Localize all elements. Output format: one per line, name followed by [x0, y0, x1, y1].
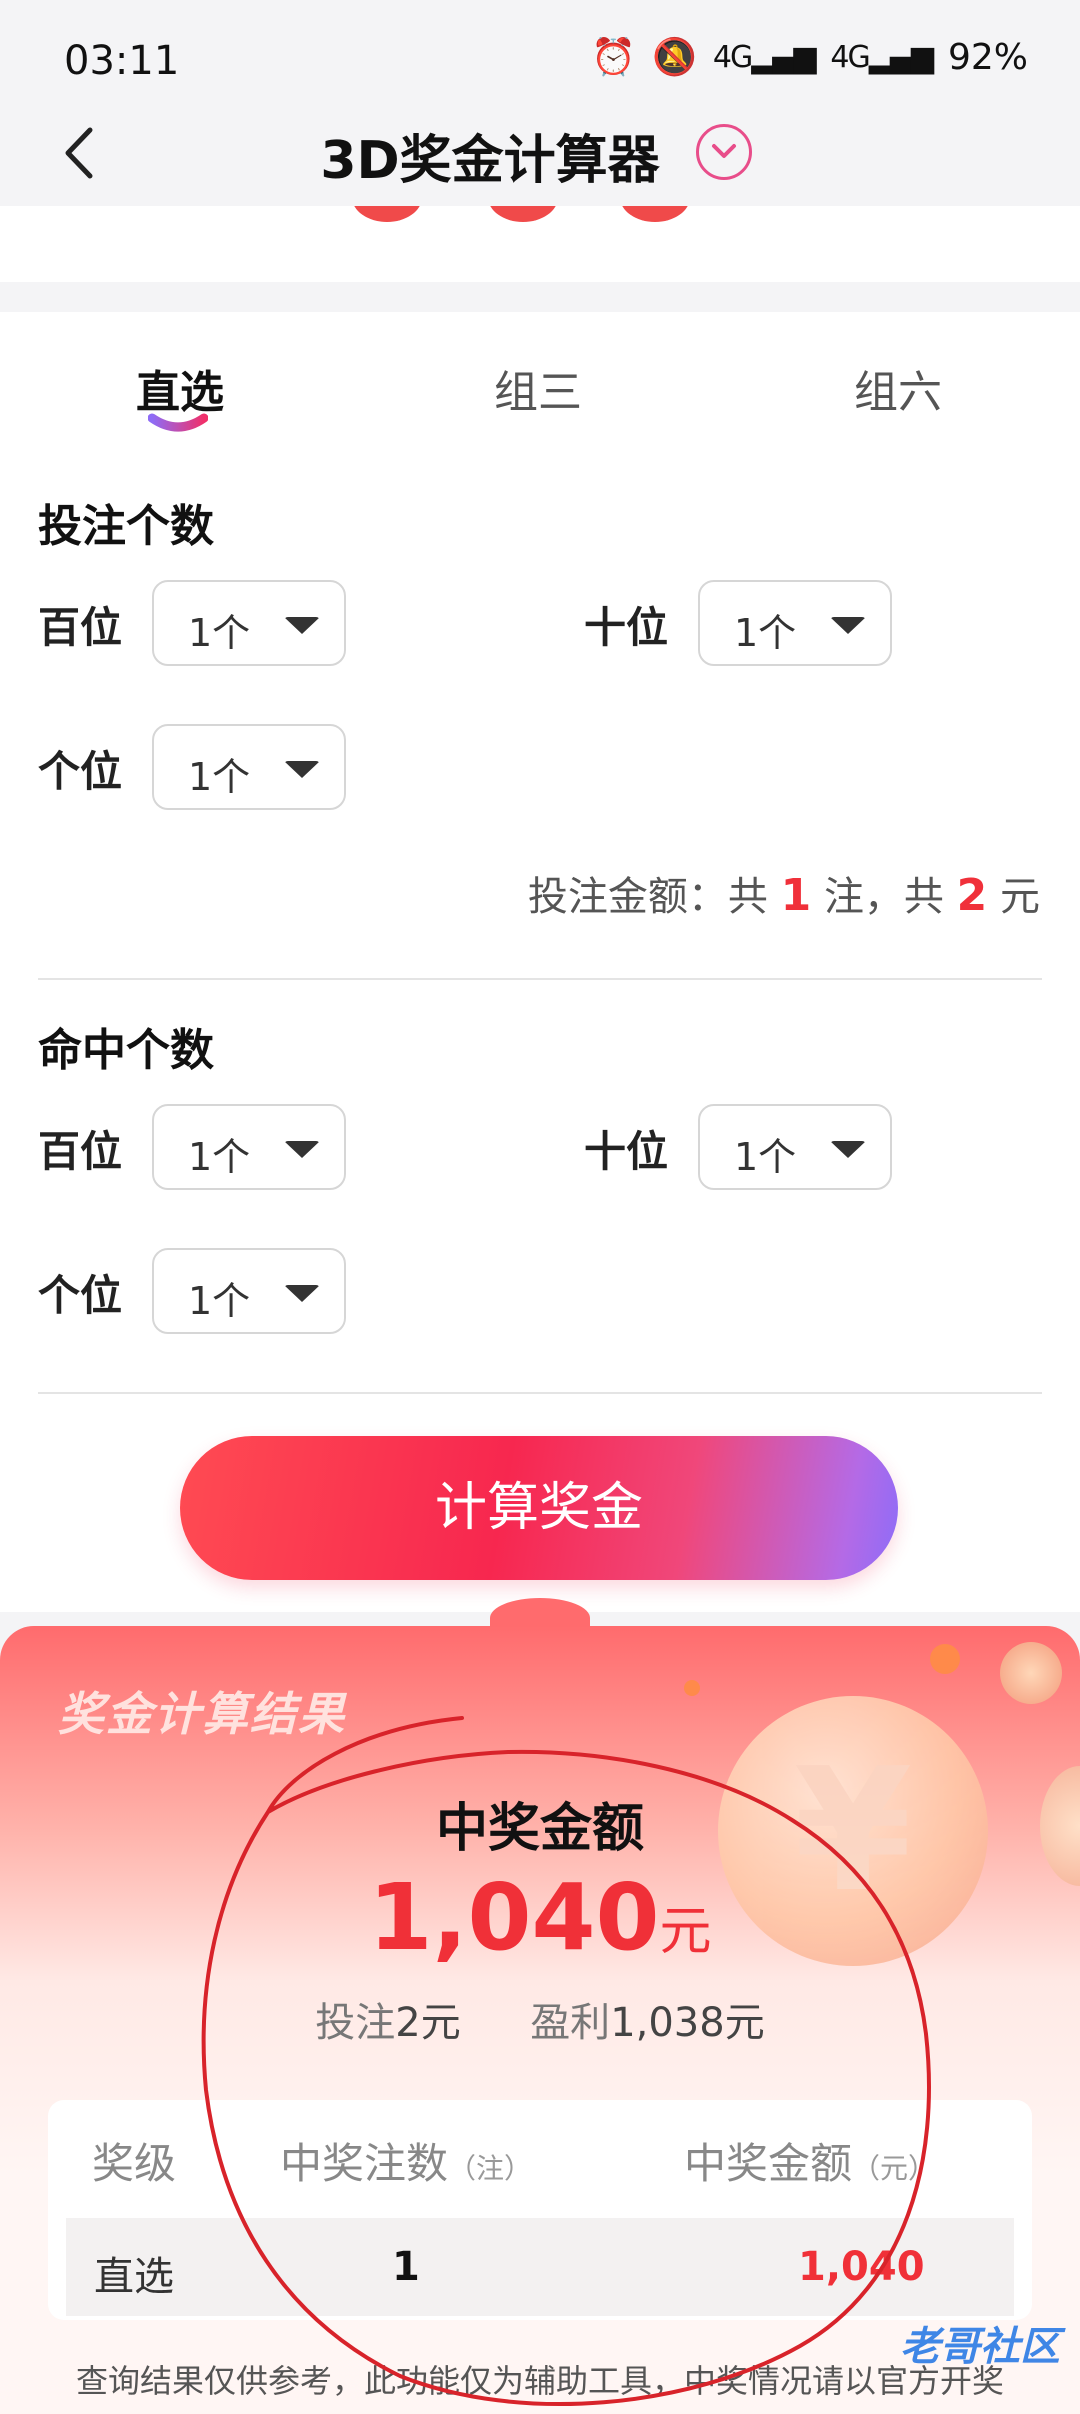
status-icons: ⏰ 🔕 4G▂▄▆ 4G▂▄▆ 92%	[591, 36, 1028, 79]
table-row: 直选 1 1,040	[66, 2218, 1014, 2316]
bet-count: 1	[780, 870, 812, 921]
header-level: 奖级	[92, 2139, 177, 2188]
tab-zhixuan[interactable]: 直选	[136, 356, 224, 420]
signal-icon-2: 4G▂▄▆	[830, 39, 934, 75]
triangle-down-icon	[830, 1141, 866, 1158]
status-time: 03:11	[64, 38, 180, 84]
tab-indicator	[148, 413, 208, 432]
calculator-card: 直选 组三 组六 投注个数 百位 1个 十位 1个 个位 1个 投注金额：共 1…	[0, 312, 1080, 1612]
triangle-down-icon	[284, 1285, 320, 1302]
bet-tens-label: 十位	[584, 603, 669, 652]
battery-text: 92%	[947, 36, 1028, 78]
decor-dot	[684, 1680, 700, 1696]
win-title: 中奖金额	[435, 1799, 644, 1859]
result-section-label: 奖金计算结果	[58, 1687, 346, 1741]
lottery-ball	[352, 206, 422, 222]
bet-units-select[interactable]: 1个	[152, 724, 346, 810]
header-count: 中奖注数（注）	[280, 2139, 533, 2188]
bet-hundreds-label: 百位	[38, 603, 123, 652]
triangle-down-icon	[284, 617, 320, 634]
bet-amount: 2	[956, 870, 988, 921]
hit-tens-label: 十位	[584, 1127, 669, 1176]
nav-bar: 3D奖金计算器	[0, 100, 1080, 206]
row-level: 直选	[94, 2254, 174, 2300]
bet-hundreds-select[interactable]: 1个	[152, 580, 346, 666]
triangle-down-icon	[284, 1141, 320, 1158]
bell-off-icon: 🔕	[652, 37, 697, 78]
bet-summary: 投注金额：共 1 注，共 2 元	[527, 870, 1040, 921]
header-amount: 中奖金额（元）	[684, 2139, 937, 2188]
watermark: 老哥社区	[900, 2324, 1060, 2370]
hit-units-select[interactable]: 1个	[152, 1248, 346, 1334]
hit-section-title: 命中个数	[38, 1025, 214, 1076]
hit-hundreds-select[interactable]: 1个	[152, 1104, 346, 1190]
divider	[38, 1392, 1042, 1394]
hit-units-label: 个位	[38, 1271, 123, 1320]
result-card: ¥ 奖金计算结果 中奖金额 1,040元 投注2元 盈利1,038元 奖级 中奖…	[0, 1626, 1080, 2414]
win-amount: 1,040元	[368, 1864, 712, 1971]
row-count: 1	[392, 2244, 420, 2290]
signal-icon: 4G▂▄▆	[712, 39, 817, 75]
decor-dot	[930, 1644, 960, 1674]
bet-section-title: 投注个数	[38, 501, 214, 552]
triangle-down-icon	[284, 761, 320, 778]
chevron-down-icon	[712, 144, 736, 158]
lottery-ball	[488, 206, 558, 222]
tab-zusan[interactable]: 组三	[494, 356, 582, 420]
bet-tens-select[interactable]: 1个	[698, 580, 892, 666]
alarm-icon: ⏰	[591, 37, 637, 78]
divider	[38, 978, 1042, 980]
lottery-ball	[620, 206, 690, 222]
page-title: 3D奖金计算器	[320, 131, 660, 191]
hit-tens-select[interactable]: 1个	[698, 1104, 892, 1190]
tab-zuliu[interactable]: 组六	[854, 356, 942, 420]
hit-hundreds-label: 百位	[38, 1127, 123, 1176]
result-table: 奖级 中奖注数（注） 中奖金额（元） 直选 1 1,040	[48, 2100, 1032, 2320]
row-amount: 1,040	[798, 2244, 925, 2290]
calculate-button[interactable]: 计算奖金	[180, 1436, 898, 1580]
bet-profit-line: 投注2元 盈利1,038元	[315, 2000, 765, 2046]
bet-units-label: 个位	[38, 747, 123, 796]
ball-strip	[0, 206, 1080, 282]
triangle-down-icon	[830, 617, 866, 634]
small-coin-icon	[1000, 1642, 1062, 1704]
title-dropdown-button[interactable]	[696, 124, 752, 180]
